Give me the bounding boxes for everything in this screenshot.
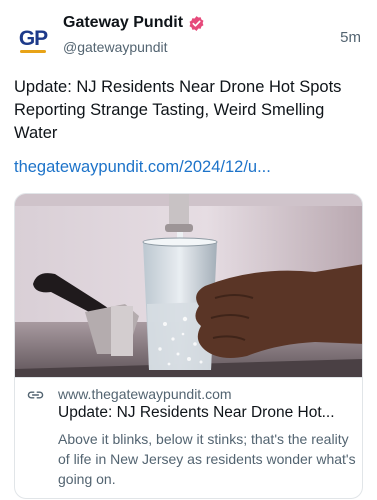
timestamp[interactable]: 5m: [340, 29, 361, 46]
post-text: Update: NJ Residents Near Drone Hot Spot…: [14, 78, 342, 142]
display-name[interactable]: Gateway Pundit: [63, 14, 183, 32]
card-domain: www.thegatewaypundit.com: [58, 386, 232, 402]
author-name-row[interactable]: Gateway Pundit: [63, 14, 205, 32]
avatar-logo-underline: [20, 50, 46, 53]
handle[interactable]: @gatewaypundit: [63, 39, 168, 55]
verified-badge-icon: [189, 15, 204, 31]
card-description: Above it blinks, below it stinks; that's…: [58, 431, 356, 487]
card-meta[interactable]: www.thegatewaypundit.com Update: NJ Resi…: [15, 377, 362, 498]
link-icon: [27, 391, 44, 399]
post-link[interactable]: thegatewaypundit.com/2024/12/u...: [14, 158, 271, 177]
post[interactable]: GP Gateway Pundit @gatewaypundit 5m Upda…: [0, 0, 377, 500]
avatar-logo-text: GP: [18, 27, 48, 50]
card-title[interactable]: Update: NJ Residents Near Drone Hot...: [58, 404, 358, 422]
link-preview-card[interactable]: www.thegatewaypundit.com Update: NJ Resi…: [14, 193, 363, 499]
avatar[interactable]: GP: [14, 20, 52, 58]
water-glass-faucet-photo[interactable]: [15, 194, 363, 377]
